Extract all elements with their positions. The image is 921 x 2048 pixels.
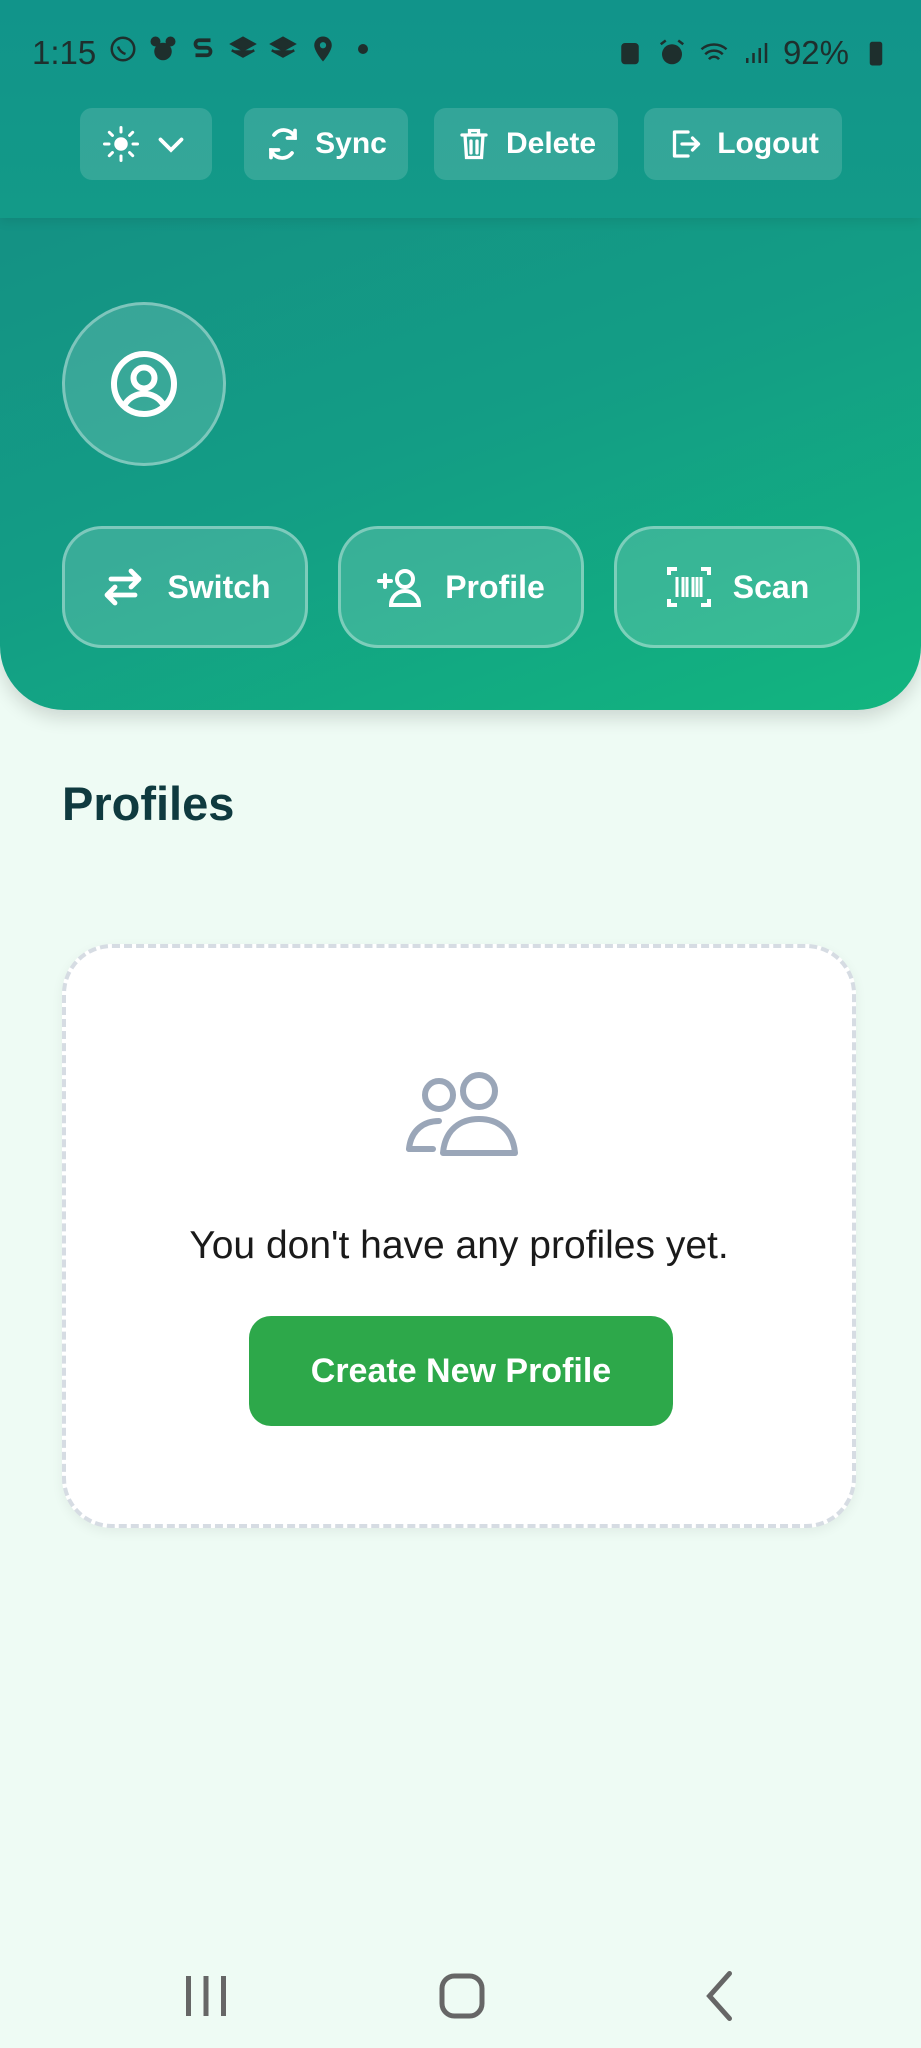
theme-toggle-button[interactable]: [80, 108, 212, 180]
switch-button[interactable]: Switch: [62, 526, 308, 648]
signal-icon: [745, 43, 768, 63]
scan-label: Scan: [732, 568, 810, 605]
avatar[interactable]: [62, 302, 226, 466]
swap-arrows-icon: [105, 568, 142, 606]
profile-label: Profile: [445, 568, 545, 605]
stack-icon: [229, 36, 257, 58]
back-icon[interactable]: [692, 1966, 752, 2026]
sync-label: Sync: [315, 127, 387, 160]
delete-label: Delete: [505, 127, 597, 160]
delete-button[interactable]: Delete: [434, 108, 618, 180]
users-icon: [406, 1072, 518, 1156]
lock-badge-icon: [621, 43, 639, 65]
wifi-icon: [700, 43, 728, 61]
recent-apps-icon[interactable]: [176, 1966, 236, 2026]
system-nav-bar: [0, 1930, 921, 2048]
chevron-down-icon: [158, 137, 184, 153]
user-circle-icon: [111, 351, 177, 417]
section-title: Profiles: [62, 777, 235, 830]
battery-level: 92%: [782, 34, 849, 71]
add-profile-button[interactable]: Profile: [338, 526, 584, 648]
battery-icon: [869, 41, 883, 66]
whatsapp-icon: [110, 36, 136, 62]
top-app-bar: 1:15 92% Sync Delete Logout: [0, 0, 921, 218]
dot-icon: [358, 44, 368, 54]
location-pin-icon: [314, 36, 332, 62]
logout-button[interactable]: Logout: [644, 108, 842, 180]
sun-icon: [103, 126, 139, 162]
alarm-icon: [659, 39, 684, 65]
empty-state-message: You don't have any profiles yet.: [189, 1224, 729, 1267]
app-s-icon: [193, 38, 213, 58]
empty-state-card: You don't have any profiles yet. Create …: [62, 944, 856, 1528]
notification-icons: [108, 34, 378, 64]
switch-label: Switch: [167, 568, 271, 605]
toolbar: Sync Delete Logout: [0, 108, 921, 184]
logout-icon: [673, 130, 701, 158]
stack-icon: [269, 36, 297, 58]
logout-label: Logout: [717, 127, 819, 160]
add-user-icon: [377, 569, 422, 607]
sync-icon: [269, 128, 298, 160]
create-profile-button[interactable]: Create New Profile: [249, 1316, 673, 1426]
mouse-ears-icon: [150, 36, 176, 61]
status-bar: 1:15 92%: [0, 0, 921, 105]
scan-button[interactable]: Scan: [614, 526, 860, 648]
trash-icon: [460, 128, 488, 160]
status-time: 1:15: [32, 34, 97, 71]
sync-button[interactable]: Sync: [244, 108, 408, 180]
system-icons: 92%: [615, 34, 891, 72]
home-icon[interactable]: [432, 1966, 492, 2026]
barcode-scan-icon: [666, 567, 711, 607]
